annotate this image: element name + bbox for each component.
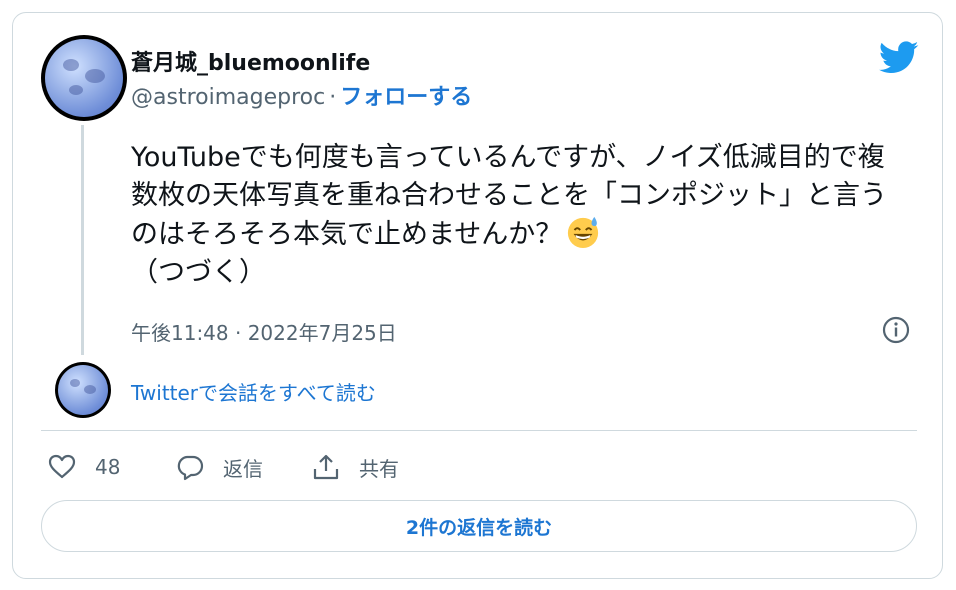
heart-icon bbox=[48, 454, 76, 479]
author-handle-row: @astroimageproc · フォローする bbox=[131, 79, 472, 111]
twitter-bird-icon[interactable] bbox=[879, 41, 919, 75]
tweet-body: YouTubeでも何度も言っているんですが、ノイズ低減目的で複数枚の天体写真を重… bbox=[131, 142, 887, 250]
reply-label: 返信 bbox=[223, 456, 263, 481]
grinning-face-with-sweat-icon bbox=[568, 216, 599, 249]
share-button[interactable]: 共有 bbox=[311, 451, 399, 483]
info-icon[interactable] bbox=[881, 315, 911, 345]
read-conversation-link[interactable]: Twitterで会話をすべて読む bbox=[131, 377, 376, 406]
tweet-continued: （つづく） bbox=[131, 257, 266, 288]
follow-button[interactable]: フォローする bbox=[340, 85, 472, 110]
tweet-embed-card: 蒼月城_bluemoonlife @astroimageproc · フォローする … bbox=[12, 12, 943, 579]
share-label: 共有 bbox=[359, 456, 399, 481]
thread-connector-line bbox=[81, 125, 84, 355]
tweet-timestamp[interactable]: 午後11:48 · 2022年7月25日 bbox=[131, 317, 397, 346]
speech-bubble-icon bbox=[177, 455, 204, 481]
thread-avatar[interactable] bbox=[55, 362, 111, 418]
tweet-text: YouTubeでも何度も言っているんですが、ノイズ低減目的で複数枚の天体写真を重… bbox=[131, 139, 901, 292]
read-replies-label: 2件の返信を読む bbox=[405, 516, 553, 539]
author-handle[interactable]: @astroimageproc bbox=[131, 85, 325, 110]
reply-button[interactable]: 返信 bbox=[175, 451, 263, 483]
divider bbox=[41, 430, 917, 431]
author-display-name[interactable]: 蒼月城_bluemoonlife bbox=[131, 45, 370, 77]
author-avatar[interactable] bbox=[41, 35, 127, 121]
read-replies-button[interactable]: 2件の返信を読む bbox=[41, 500, 917, 552]
separator-dot: · bbox=[329, 85, 337, 110]
like-button[interactable]: 48 bbox=[47, 451, 120, 483]
share-icon bbox=[313, 454, 339, 480]
like-count: 48 bbox=[95, 455, 121, 479]
